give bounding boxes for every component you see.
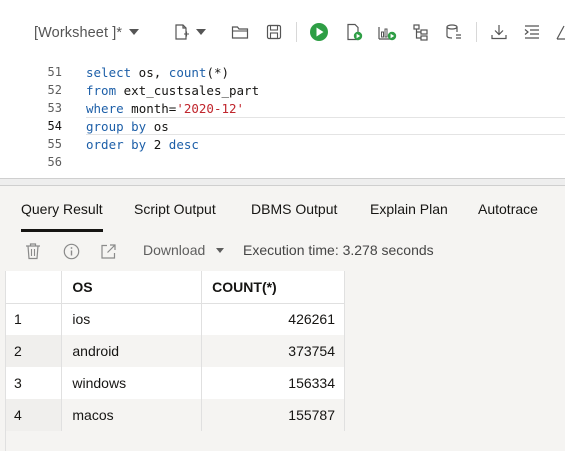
tab-script-output[interactable]: Script Output <box>134 186 216 232</box>
tab-query-result[interactable]: Query Result <box>21 186 103 232</box>
worksheet-selector[interactable]: [Worksheet ]* <box>34 22 122 44</box>
row-number-header[interactable] <box>6 271 63 304</box>
result-toolbar: Download Execution time: 3.278 seconds <box>0 232 565 271</box>
clear-icon[interactable] <box>551 21 565 43</box>
line-number: 53 <box>47 101 62 115</box>
header-row: OS COUNT(*) <box>6 271 345 304</box>
sql-string: '2020-12' <box>176 101 245 116</box>
sql-text: (*) <box>206 65 230 80</box>
line-number: 55 <box>47 137 62 151</box>
line-number: 51 <box>47 65 62 79</box>
column-header-os[interactable]: OS <box>61 271 203 304</box>
table-row[interactable]: 3 windows 156334 <box>6 367 345 399</box>
toolbar-divider <box>296 22 297 42</box>
download-dropdown[interactable]: Download <box>143 242 224 258</box>
new-worksheet-icon[interactable] <box>170 21 192 43</box>
line-number: 52 <box>47 83 62 97</box>
sql-keyword: count <box>168 65 207 80</box>
tab-dbms-output[interactable]: DBMS Output <box>251 186 337 232</box>
cell-count[interactable]: 373754 <box>201 335 345 367</box>
sql-text: month= <box>123 101 177 116</box>
code-line[interactable]: select os, count(*) <box>86 65 229 80</box>
sql-keyword: order by <box>86 137 147 152</box>
results-grid: OS COUNT(*) 1 ios 426261 2 android 37375… <box>6 271 345 431</box>
toolbar-divider <box>476 22 477 42</box>
result-tabs: Query Result Script Output DBMS Output E… <box>0 186 565 232</box>
trash-icon[interactable] <box>23 241 43 261</box>
tab-autotrace[interactable]: Autotrace <box>478 186 538 232</box>
cell-os[interactable]: android <box>61 335 203 367</box>
sql-tuning-icon[interactable] <box>443 21 465 43</box>
row-number: 3 <box>6 367 63 399</box>
chevron-down-icon <box>216 248 224 253</box>
cell-count[interactable]: 155787 <box>201 399 345 431</box>
tab-explain-plan[interactable]: Explain Plan <box>370 186 448 232</box>
download-icon[interactable] <box>488 21 510 43</box>
sql-keyword: from <box>86 83 117 98</box>
run-script-icon[interactable] <box>343 21 365 43</box>
cell-os[interactable]: ios <box>61 303 203 335</box>
sql-keyword: select <box>86 65 132 80</box>
row-number: 1 <box>6 303 63 335</box>
execution-time: Execution time: 3.278 seconds <box>243 242 434 258</box>
code-line[interactable]: from ext_custsales_part <box>86 83 259 98</box>
pane-splitter[interactable] <box>0 178 565 186</box>
tab-label: Query Result <box>21 201 103 217</box>
cell-count[interactable]: 156334 <box>201 367 345 399</box>
table-row[interactable]: 1 ios 426261 <box>6 303 345 335</box>
autotrace-icon[interactable] <box>410 21 432 43</box>
row-number: 4 <box>6 399 63 431</box>
worksheet-toolbar: [Worksheet ]* <box>0 0 565 62</box>
table-row[interactable]: 2 android 373754 <box>6 335 345 367</box>
table-row[interactable]: 4 macos 155787 <box>6 399 345 431</box>
explain-plan-icon[interactable] <box>376 21 398 43</box>
info-icon[interactable] <box>61 241 81 261</box>
line-number: 56 <box>47 155 62 169</box>
sql-keyword: where <box>86 101 124 116</box>
tab-label: Autotrace <box>478 201 538 217</box>
download-label: Download <box>143 242 206 258</box>
tab-label: DBMS Output <box>251 201 338 217</box>
chevron-down-icon[interactable] <box>193 21 209 43</box>
code-line[interactable]: order by 2 desc <box>86 137 199 152</box>
code-line[interactable]: where month='2020-12' <box>86 101 244 116</box>
sql-keyword: desc <box>168 137 199 152</box>
sql-text: ext_custsales_part <box>116 83 260 98</box>
save-icon[interactable] <box>263 21 285 43</box>
worksheet-selector-label: [Worksheet ]* <box>34 25 123 41</box>
row-number: 2 <box>6 335 63 367</box>
open-external-icon[interactable] <box>98 241 118 261</box>
cell-count[interactable]: 426261 <box>201 303 345 335</box>
results-grid-area: OS COUNT(*) 1 ios 426261 2 android 37375… <box>0 271 565 451</box>
active-line-highlight <box>86 117 565 135</box>
open-folder-icon[interactable] <box>229 21 251 43</box>
sql-text: os, <box>131 65 169 80</box>
format-icon[interactable] <box>521 21 543 43</box>
line-number: 54 <box>47 119 62 133</box>
chevron-down-icon[interactable] <box>126 21 142 43</box>
sql-text: 2 <box>146 137 169 152</box>
cell-os[interactable]: windows <box>61 367 203 399</box>
tab-label: Script Output <box>134 201 216 217</box>
tab-label: Explain Plan <box>370 201 448 217</box>
cell-os[interactable]: macos <box>61 399 203 431</box>
run-statement-icon[interactable] <box>308 21 330 43</box>
column-header-count[interactable]: COUNT(*) <box>201 271 345 304</box>
